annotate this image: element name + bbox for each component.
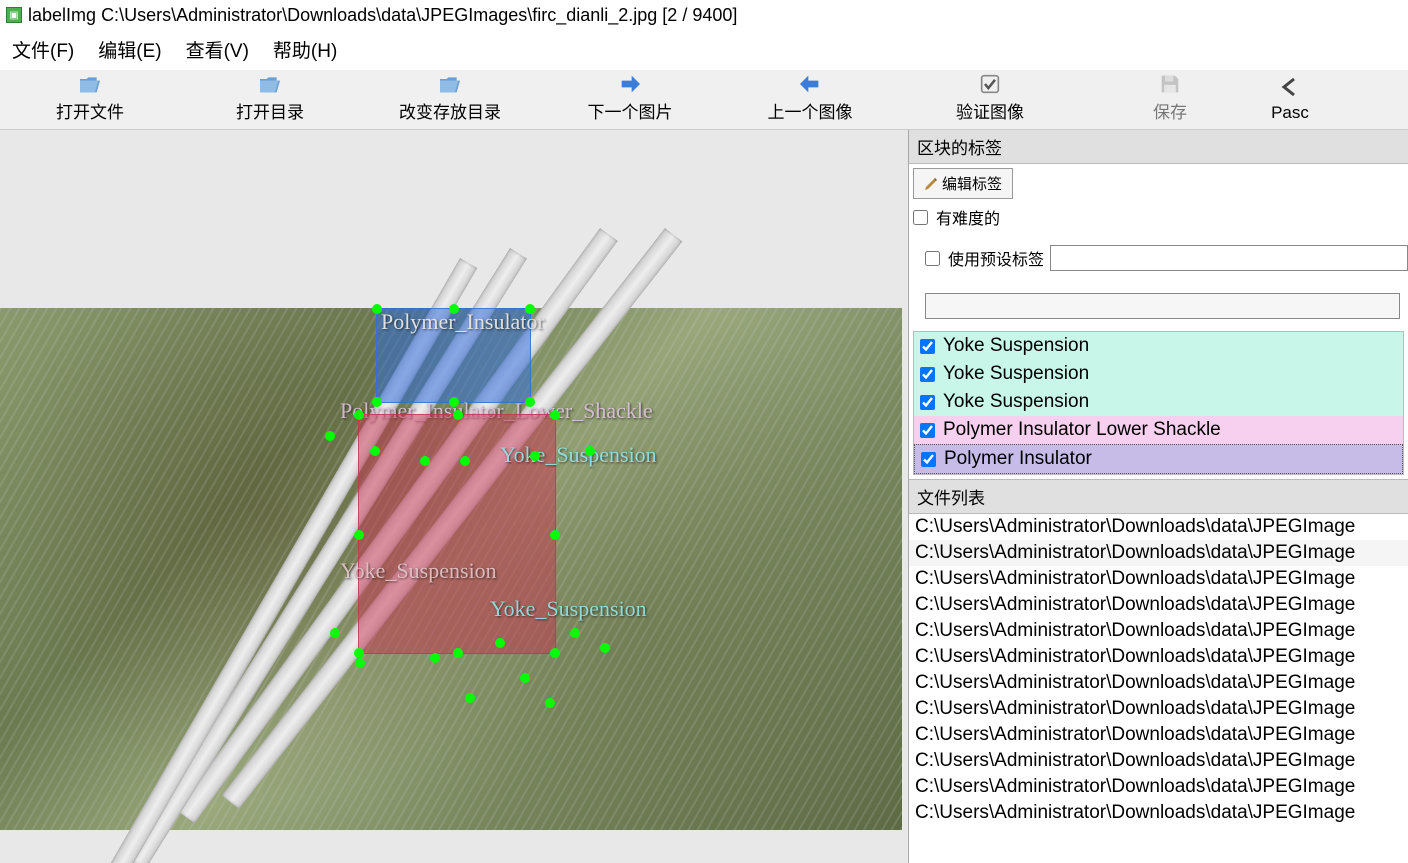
- label-row[interactable]: Polymer Insulator: [914, 444, 1403, 474]
- file-row[interactable]: C:\Users\Administrator\Downloads\data\JP…: [909, 566, 1408, 592]
- label-list: Yoke Suspension Yoke Suspension Yoke Suspe…: [913, 331, 1404, 475]
- arrow-right-icon: [616, 74, 644, 94]
- bbox-label-yoke-2: Yoke_Suspension: [500, 442, 657, 468]
- file-row[interactable]: C:\Users\Administrator\Downloads\data\JP…: [909, 722, 1408, 748]
- edit-label-text: 编辑标签: [942, 173, 1002, 194]
- file-list-panel: 文件列表 C:\Users\Administrator\Downloads\da…: [909, 479, 1408, 863]
- menu-edit[interactable]: 编辑(E): [86, 32, 173, 68]
- open-dir-button[interactable]: 打开目录: [180, 70, 360, 129]
- bbox-yoke-suspension-2[interactable]: Yoke_Suspension: [330, 436, 590, 492]
- label-name: Yoke Suspension: [943, 391, 1089, 413]
- next-image-button[interactable]: 下一个图片: [540, 70, 720, 129]
- difficult-label: 有难度的: [936, 205, 1000, 229]
- preset-label-input[interactable]: [1050, 245, 1408, 271]
- folder-save-icon: [436, 74, 464, 94]
- verify-image-label: 验证图像: [956, 98, 1024, 123]
- bbox-polymer-insulator[interactable]: Polymer_Insulator: [376, 308, 531, 403]
- file-row[interactable]: C:\Users\Administrator\Downloads\data\JP…: [909, 540, 1408, 566]
- save-button[interactable]: 保存: [1080, 70, 1260, 129]
- bbox-label-yoke-3: Yoke_Suspension: [490, 596, 647, 622]
- image-viewer[interactable]: Polymer_Insulator Polymer_Insulator_Lowe…: [0, 130, 908, 863]
- folder-open-icon: [76, 74, 104, 94]
- edit-label-button[interactable]: 编辑标签: [913, 168, 1013, 199]
- open-file-label: 打开文件: [56, 98, 124, 123]
- pencil-icon: [924, 177, 938, 191]
- file-row[interactable]: C:\Users\Administrator\Downloads\data\JP…: [909, 618, 1408, 644]
- verify-image-button[interactable]: 验证图像: [900, 70, 1080, 129]
- check-icon: [976, 74, 1004, 94]
- folder-icon: [256, 74, 284, 94]
- label-checkbox[interactable]: [920, 395, 935, 410]
- file-row[interactable]: C:\Users\Administrator\Downloads\data\JP…: [909, 748, 1408, 774]
- content-area: Polymer_Insulator Polymer_Insulator_Lowe…: [0, 130, 1408, 863]
- prev-image-label: 上一个图像: [768, 98, 853, 123]
- prev-image-button[interactable]: 上一个图像: [720, 70, 900, 129]
- format-label: Pasc: [1271, 103, 1309, 123]
- chevron-left-icon: [1276, 75, 1304, 99]
- label-row[interactable]: Polymer Insulator Lower Shackle: [914, 416, 1403, 444]
- next-image-label: 下一个图片: [588, 98, 673, 123]
- format-button[interactable]: Pasc: [1260, 70, 1320, 129]
- menu-view[interactable]: 查看(V): [174, 32, 261, 68]
- right-panel: 区块的标签 编辑标签 有难度的 使用预设标签 Yoke SuspensionYo…: [908, 130, 1408, 863]
- use-preset-label: 使用预设标签: [948, 246, 1044, 270]
- label-row[interactable]: Yoke Suspension: [914, 332, 1403, 360]
- file-list[interactable]: C:\Users\Administrator\Downloads\data\JP…: [909, 514, 1408, 826]
- label-name: Yoke Suspension: [943, 363, 1089, 385]
- change-save-dir-button[interactable]: 改变存放目录: [360, 70, 540, 129]
- label-name: Polymer Insulator Lower Shackle: [943, 419, 1221, 441]
- file-row[interactable]: C:\Users\Administrator\Downloads\data\JP…: [909, 670, 1408, 696]
- save-icon: [1156, 74, 1184, 94]
- open-file-button[interactable]: 打开文件: [0, 70, 180, 129]
- label-checkbox[interactable]: [920, 339, 935, 354]
- menubar: 文件(F) 编辑(E) 查看(V) 帮助(H): [0, 30, 1408, 70]
- label-checkbox[interactable]: [920, 367, 935, 382]
- label-name: Polymer Insulator: [944, 448, 1092, 470]
- file-row[interactable]: C:\Users\Administrator\Downloads\data\JP…: [909, 696, 1408, 722]
- label-checkbox[interactable]: [921, 452, 936, 467]
- bbox-label-polymer-insulator: Polymer_Insulator: [381, 309, 545, 335]
- app-icon: ▣: [6, 7, 22, 23]
- label-name: Yoke Suspension: [943, 335, 1089, 357]
- file-row[interactable]: C:\Users\Administrator\Downloads\data\JP…: [909, 800, 1408, 826]
- label-row[interactable]: Yoke Suspension: [914, 360, 1403, 388]
- file-list-title: 文件列表: [909, 480, 1408, 514]
- bbox-yoke-suspension-3[interactable]: Yoke_Suspension: [320, 588, 620, 708]
- open-dir-label: 打开目录: [236, 98, 304, 123]
- titlebar: ▣ labelImg C:\Users\Administrator\Downlo…: [0, 0, 1408, 30]
- use-preset-checkbox[interactable]: [925, 251, 940, 266]
- difficult-checkbox[interactable]: [913, 210, 928, 225]
- menu-help[interactable]: 帮助(H): [261, 32, 349, 68]
- image-canvas[interactable]: Polymer_Insulator Polymer_Insulator_Lowe…: [0, 308, 902, 830]
- label-row[interactable]: Yoke Suspension: [914, 388, 1403, 416]
- bbox-label-yoke-1: Yoke_Suspension: [340, 558, 497, 584]
- file-row[interactable]: C:\Users\Administrator\Downloads\data\JP…: [909, 774, 1408, 800]
- app-name: labelImg: [28, 5, 96, 26]
- arrow-left-icon: [796, 74, 824, 94]
- file-path: C:\Users\Administrator\Downloads\data\JP…: [101, 5, 737, 26]
- label-checkbox[interactable]: [920, 423, 935, 438]
- save-label: 保存: [1153, 98, 1187, 123]
- file-row[interactable]: C:\Users\Administrator\Downloads\data\JP…: [909, 644, 1408, 670]
- change-save-dir-label: 改变存放目录: [399, 98, 501, 123]
- label-combo[interactable]: [925, 293, 1400, 319]
- file-row[interactable]: C:\Users\Administrator\Downloads\data\JP…: [909, 592, 1408, 618]
- menu-file[interactable]: 文件(F): [0, 32, 86, 68]
- toolbar: 打开文件 打开目录 改变存放目录 下一个图片 上一个图像 验证图像 保存 Pas…: [0, 70, 1408, 130]
- file-row[interactable]: C:\Users\Administrator\Downloads\data\JP…: [909, 514, 1408, 540]
- box-labels-title: 区块的标签: [909, 130, 1408, 164]
